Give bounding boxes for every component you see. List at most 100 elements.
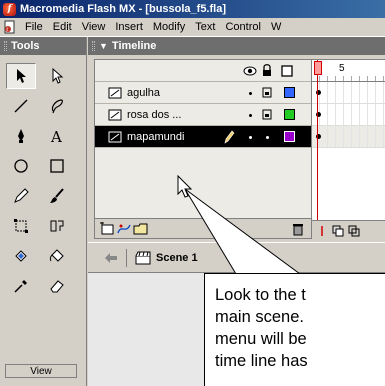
frame-number-label: 5 — [339, 63, 345, 74]
scene-clapper-icon — [135, 251, 151, 264]
document-icon[interactable]: f — [3, 20, 17, 34]
timeline-panel-title: Timeline — [111, 40, 157, 52]
layer-header-row — [95, 60, 311, 82]
tools-panel-header[interactable]: Tools — [0, 37, 86, 55]
frame-ruler[interactable]: 5 — [312, 60, 385, 82]
back-arrow-icon[interactable] — [104, 252, 118, 264]
frame-row[interactable] — [312, 104, 385, 126]
line-icon — [14, 99, 28, 113]
callout-line: menu will be — [215, 330, 307, 348]
ink-bottle-icon — [15, 250, 27, 262]
visibility-dot[interactable] — [249, 136, 252, 139]
panel-grip-icon[interactable] — [4, 41, 7, 51]
lasso-tool[interactable] — [42, 93, 72, 119]
paint-bucket-tool[interactable] — [42, 243, 72, 269]
lock-icon[interactable] — [261, 64, 273, 77]
brush-tool[interactable] — [42, 183, 72, 209]
tools-panel: Tools A View — [0, 37, 87, 386]
menu-view[interactable]: View — [77, 21, 111, 33]
lock-dot-icon[interactable] — [262, 87, 272, 98]
visibility-dot[interactable] — [249, 114, 252, 117]
text-tool[interactable]: A — [42, 123, 72, 149]
timeline-panel-header[interactable]: ▼ Timeline — [88, 37, 385, 55]
insert-folder-icon[interactable] — [133, 222, 149, 236]
panel-grip-icon[interactable] — [92, 41, 95, 51]
layer-page-icon — [108, 87, 122, 98]
layer-footer — [95, 218, 311, 238]
callout-line: main scene. — [215, 308, 304, 326]
frame-row[interactable] — [312, 126, 385, 148]
center-frame-icon[interactable] — [316, 225, 328, 237]
fill-transform-tool[interactable] — [42, 213, 72, 239]
visibility-dot[interactable] — [249, 92, 252, 95]
callout-line: time line has — [215, 352, 308, 370]
eye-icon[interactable] — [243, 65, 257, 77]
free-transform-icon — [14, 219, 28, 233]
free-transform-tool[interactable] — [6, 213, 36, 239]
eraser-tool[interactable] — [42, 273, 72, 299]
lock-dot[interactable] — [266, 136, 269, 139]
eraser-icon — [50, 280, 64, 293]
pen-tool[interactable] — [6, 123, 36, 149]
pencil-icon — [14, 188, 29, 203]
rectangle-icon — [50, 159, 64, 173]
layer-color-swatch[interactable] — [284, 131, 295, 142]
text-icon: A — [50, 128, 62, 144]
layer-row-mapamundi[interactable]: mapamundi — [95, 126, 311, 148]
callout-box: Look to the t main scene. menu will be t… — [204, 273, 385, 386]
brush-icon — [50, 188, 64, 203]
oval-tool[interactable] — [6, 153, 36, 179]
playhead[interactable] — [314, 61, 322, 75]
layer-color-swatch[interactable] — [284, 87, 295, 98]
arrow-icon — [17, 69, 26, 83]
pencil-tool[interactable] — [6, 183, 36, 209]
menu-bar: f File Edit View Insert Modify Text Cont… — [0, 18, 385, 37]
paint-bucket-icon — [49, 249, 64, 262]
frames-footer — [312, 220, 385, 239]
lasso-icon — [51, 99, 63, 114]
fill-transform-icon — [50, 220, 64, 232]
menu-insert[interactable]: Insert — [110, 21, 148, 33]
ink-bottle-tool[interactable] — [6, 243, 36, 269]
rectangle-tool[interactable] — [42, 153, 72, 179]
layer-list: agulha rosa dos ... mapamundi — [94, 59, 312, 239]
timeline-panel: ▼ Timeline agulha rosa dos ... mapamundi… — [88, 37, 385, 242]
tools-panel-title: Tools — [11, 40, 40, 52]
scene-label[interactable]: Scene 1 — [156, 252, 198, 264]
lock-dot-icon[interactable] — [262, 109, 272, 120]
layer-page-icon — [108, 131, 122, 142]
layer-row-rosa-dos[interactable]: rosa dos ... — [95, 104, 311, 126]
pen-icon — [18, 129, 24, 143]
subselect-icon — [52, 68, 64, 84]
insert-layer-icon[interactable] — [99, 222, 115, 236]
menu-text[interactable]: Text — [190, 21, 220, 33]
frames-area[interactable]: 5 — [312, 59, 385, 239]
scene-bar: Scene 1 — [88, 242, 385, 272]
menu-control[interactable]: Control — [220, 21, 265, 33]
onion-skin-icon[interactable] — [332, 225, 344, 237]
title-bar: f Macromedia Flash MX - [bussola_f5.fla] — [0, 0, 385, 18]
line-tool[interactable] — [6, 93, 36, 119]
frame-row[interactable] — [312, 82, 385, 104]
menu-file[interactable]: File — [20, 21, 48, 33]
window-title: Macromedia Flash MX - [bussola_f5.fla] — [20, 3, 226, 15]
menu-modify[interactable]: Modify — [148, 21, 190, 33]
trash-icon[interactable] — [291, 222, 305, 236]
svg-text:A: A — [50, 128, 62, 144]
layer-color-swatch[interactable] — [284, 109, 295, 120]
menu-edit[interactable]: Edit — [48, 21, 77, 33]
layer-name: mapamundi — [127, 130, 185, 143]
pencil-edit-icon — [224, 130, 235, 144]
arrow-tool[interactable] — [6, 63, 36, 89]
onion-outline-icon[interactable] — [348, 225, 360, 237]
collapse-triangle-icon[interactable]: ▼ — [99, 41, 108, 51]
eyedropper-tool[interactable] — [6, 273, 36, 299]
eyedropper-icon — [14, 280, 27, 293]
tools-grid: A — [6, 63, 78, 303]
subselect-tool[interactable] — [42, 63, 72, 89]
add-motion-guide-icon[interactable] — [116, 222, 132, 236]
layer-row-agulha[interactable]: agulha — [95, 82, 311, 104]
outline-icon[interactable] — [281, 65, 293, 77]
menu-window[interactable]: W — [266, 21, 286, 33]
layer-name: agulha — [127, 86, 161, 99]
